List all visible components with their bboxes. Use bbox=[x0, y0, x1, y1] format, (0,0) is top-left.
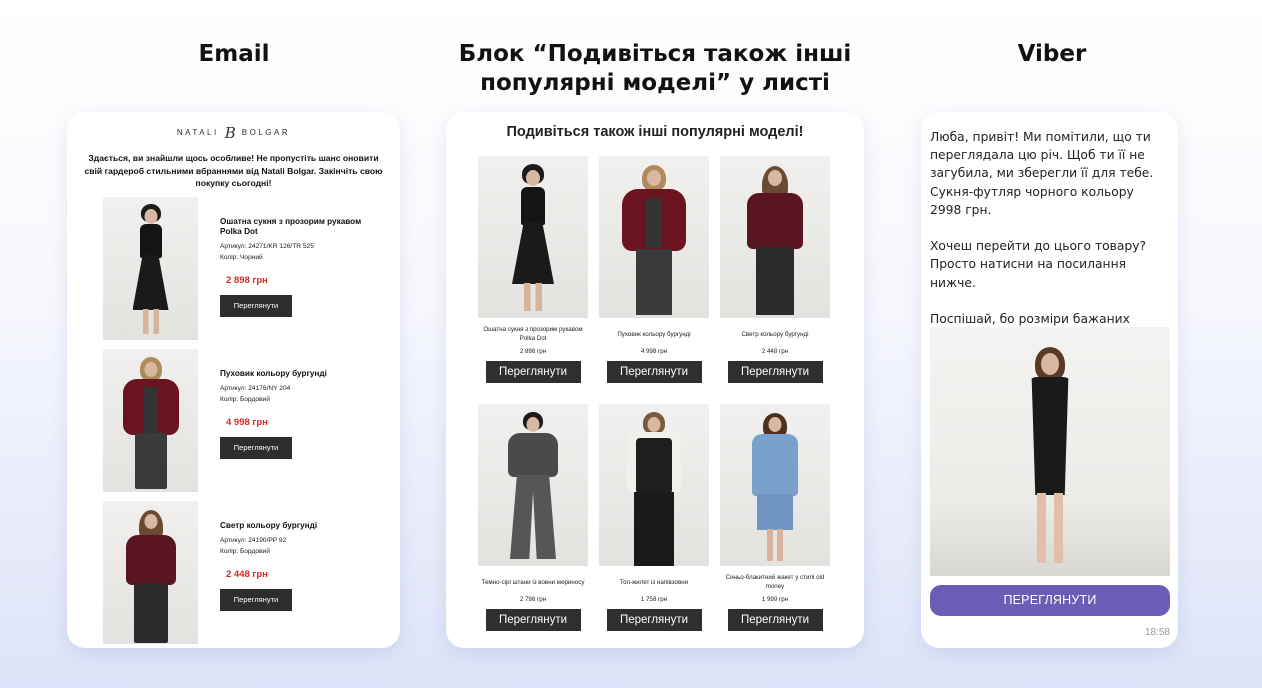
product-photo-puffer bbox=[599, 156, 709, 318]
email-product-item: Ошатна сукня з прозорим рукавом Polka Do… bbox=[103, 197, 393, 340]
product-article: Артикул: 24190/PP 92 bbox=[220, 537, 287, 544]
product-article: Артикул: 24176/NY 204 bbox=[220, 385, 291, 392]
grid-title-line-2: популярні моделі” у листі bbox=[480, 70, 830, 96]
product-photo-sweater bbox=[720, 156, 830, 318]
view-product-button[interactable]: Переглянути bbox=[485, 361, 581, 383]
product-name: Топ-жилет із напівзовни bbox=[619, 578, 689, 586]
popular-models-card: Подивіться також інші популярні моделі! … bbox=[446, 112, 864, 648]
product-name: Пуховик кольору бургунді bbox=[220, 369, 327, 378]
view-product-button[interactable]: Переглянути bbox=[220, 437, 292, 459]
grid-product-item: Синьо-блакитний жакет у стилі old money … bbox=[720, 404, 830, 631]
grid-product-item: Ошатна сукня з прозорим рукавом Polka Do… bbox=[478, 156, 588, 383]
product-name: Пуховик кольору бургунді bbox=[617, 330, 691, 338]
view-product-button[interactable]: Переглянути bbox=[606, 361, 702, 383]
popular-models-title: Подивіться також інші популярні моделі! bbox=[506, 124, 804, 140]
product-color: Колір: Чорний bbox=[220, 254, 263, 261]
view-product-button[interactable]: Переглянути bbox=[606, 609, 702, 631]
viber-column-title: Viber bbox=[1017, 41, 1087, 67]
product-name: Темно-сірі штани із вовни мериносу bbox=[481, 578, 585, 586]
product-name: Светр кольору бургунді bbox=[220, 521, 318, 530]
logo-monogram: B bbox=[224, 124, 236, 142]
viber-view-button[interactable]: ПЕРЕГЛЯНУТИ bbox=[930, 585, 1170, 616]
view-product-button[interactable]: Переглянути bbox=[220, 589, 292, 611]
view-product-button[interactable]: Переглянути bbox=[727, 609, 823, 631]
product-price: 1 999 грн bbox=[761, 596, 789, 603]
product-price: 4 998 грн bbox=[640, 348, 668, 355]
product-price: 2 798 грн bbox=[519, 596, 547, 603]
grid-column-title: Блок “Подивіться також інші популярні мо… bbox=[440, 40, 870, 98]
view-product-button[interactable]: Переглянути bbox=[485, 609, 581, 631]
grid-product-item: Пуховик кольору бургунді 4 998 грн Перег… bbox=[599, 156, 709, 383]
brand-logo: NATALI B BOLGAR bbox=[176, 124, 291, 142]
product-photo-trousers bbox=[478, 404, 588, 566]
product-photo-dress bbox=[478, 156, 588, 318]
email-intro-text: Здається, ви знайшли щось особливе! Не п… bbox=[84, 153, 383, 188]
product-name: Ошатна сукня з прозорим рукавом Polka Do… bbox=[220, 217, 362, 236]
grid-title-line-1: Блок “Подивіться також інші bbox=[458, 41, 852, 67]
product-name: Светр кольору бургунді bbox=[741, 330, 809, 338]
viber-product-photo bbox=[930, 327, 1170, 576]
product-article: Артикул: 24271/KR 126/TR 525 bbox=[220, 243, 314, 250]
product-photo-vest bbox=[599, 404, 709, 566]
product-photo-dress bbox=[103, 197, 198, 340]
product-price: 1 758 грн bbox=[640, 596, 668, 603]
product-price: 2 898 грн bbox=[226, 275, 268, 286]
message-timestamp: 18:58 bbox=[1144, 627, 1170, 638]
grid-product-item: Топ-жилет із напівзовни 1 758 грн Перегл… bbox=[599, 404, 709, 631]
email-product-item: Пуховик кольору бургунді Артикул: 24176/… bbox=[103, 349, 393, 492]
product-photo-sweater bbox=[103, 501, 198, 644]
product-photo-blazer bbox=[720, 404, 830, 566]
grid-product-item: Темно-сірі штани із вовни мериносу 2 798… bbox=[478, 404, 588, 631]
viber-message-card: Люба, привіт! Ми помітили, що ти перегля… bbox=[921, 112, 1178, 648]
email-product-item: Светр кольору бургунді Артикул: 24190/PP… bbox=[103, 501, 393, 644]
view-product-button[interactable]: Переглянути bbox=[220, 295, 292, 317]
grid-product-item: Светр кольору бургунді 2 448 грн Перегля… bbox=[720, 156, 830, 383]
product-photo-puffer bbox=[103, 349, 198, 492]
product-price: 4 998 грн bbox=[226, 417, 268, 428]
email-column-title: Email bbox=[198, 41, 270, 67]
view-product-button[interactable]: Переглянути bbox=[727, 361, 823, 383]
viber-message-text: Люба, привіт! Ми помітили, що ти перегля… bbox=[930, 130, 1154, 344]
product-color: Колір: Бордовий bbox=[220, 548, 270, 555]
product-name: Ошатна сукня з прозорим рукавом Polka Do… bbox=[483, 326, 583, 342]
product-price: 2 898 грн bbox=[519, 348, 547, 355]
product-color: Колір: Бордовий bbox=[220, 396, 270, 403]
product-price: 2 448 грн bbox=[226, 569, 268, 580]
product-price: 2 448 грн bbox=[761, 348, 789, 355]
email-preview-card: NATALI B BOLGAR Здається, ви знайшли щось … bbox=[67, 112, 400, 648]
product-name: Синьо-блакитний жакет у стилі old money bbox=[725, 574, 825, 590]
